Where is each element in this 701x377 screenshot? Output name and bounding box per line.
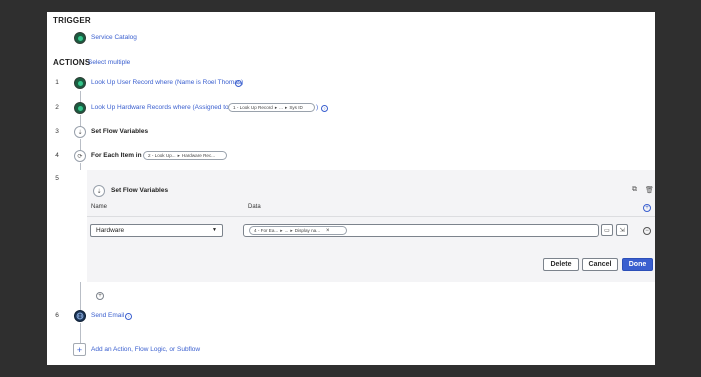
cancel-button[interactable]: Cancel (582, 258, 618, 271)
delete-button[interactable]: Delete (543, 258, 579, 271)
step-number: 1 (55, 79, 59, 86)
pill-part: Sys ID (289, 105, 303, 110)
lookup-node-icon (74, 77, 86, 89)
trigger-heading: TRIGGER (53, 16, 91, 25)
add-row-icon[interactable]: + (643, 204, 651, 212)
chevron-down-icon: ▼ (212, 227, 217, 233)
variable-name-select[interactable]: Hardware ▼ (90, 224, 223, 237)
connector-line (80, 282, 81, 310)
data-pill[interactable]: 2 - Look Up... ▸ Hardware Rec... (143, 151, 227, 160)
trash-icon[interactable]: 🗑 (645, 186, 654, 194)
connector-line (80, 163, 81, 170)
script-icon[interactable]: ▭ (601, 224, 613, 236)
step-4-label[interactable]: For Each Item in (91, 152, 142, 159)
help-icon[interactable]: ? (235, 80, 242, 87)
data-pill[interactable]: 4 - For Ea... ▸ ... ▸ Display na... × (249, 226, 347, 235)
step-1-label[interactable]: Look Up User Record where (Name is Roel … (91, 79, 243, 86)
flow-variables-icon: ⇣ (74, 126, 86, 138)
actions-heading: ACTIONS (53, 58, 91, 67)
flow-designer-panel: TRIGGER Service Catalog ACTIONS Select m… (47, 12, 655, 365)
step-number: 2 (55, 104, 59, 111)
step-6-label[interactable]: Send Email (91, 312, 124, 319)
for-each-icon: ⟳ (74, 150, 86, 162)
remove-row-icon[interactable]: − (643, 227, 651, 235)
data-picker-icon[interactable]: ⇲ (616, 224, 628, 236)
step-number: 5 (55, 175, 59, 182)
pill-part: ... (284, 228, 289, 233)
lookup-node-icon (74, 102, 86, 114)
pill-part: ... (279, 105, 283, 110)
step-number: 4 (55, 152, 59, 159)
data-pill[interactable]: 1 - Look Up Record ▸ ... ▸ Sys ID (228, 103, 315, 112)
copy-icon[interactable]: ⧉ (632, 186, 637, 194)
done-button[interactable]: Done (622, 258, 653, 271)
pill-part: Display na... (294, 228, 321, 233)
remove-pill-icon[interactable]: × (326, 228, 330, 234)
pill-separator-icon: ▸ (177, 152, 180, 158)
pill-part: 4 - For Ea... (254, 228, 279, 233)
name-column-header: Name (91, 204, 108, 210)
variable-data-input[interactable]: 4 - For Ea... ▸ ... ▸ Display na... × (243, 224, 599, 237)
step-5-label[interactable]: Set Flow Variables (111, 187, 168, 194)
pill-separator-icon: ▸ (274, 104, 278, 110)
pill-part: 1 - Look Up Record (233, 105, 273, 110)
connector-line (80, 323, 81, 343)
globe-icon (76, 312, 84, 320)
pill-part: Hardware Rec... (181, 153, 216, 158)
step-3-label[interactable]: Set Flow Variables (91, 128, 148, 135)
add-action-icon[interactable]: + (73, 343, 86, 356)
help-icon[interactable]: ? (125, 313, 132, 320)
step-2-label[interactable]: Look Up Hardware Records where (Assigned… (91, 104, 235, 111)
step-5-editor: ⇣ Set Flow Variables ⧉ 🗑 Name Data + Har… (87, 170, 655, 282)
pill-separator-icon: ▸ (285, 104, 288, 110)
email-node-icon (74, 310, 86, 322)
pill-separator-icon: ▸ (290, 227, 293, 233)
pill-part: 2 - Look Up... (148, 153, 176, 158)
variable-name-value: Hardware (96, 227, 125, 234)
add-action-link[interactable]: Add an Action, Flow Logic, or Subflow (91, 346, 200, 353)
trigger-service-catalog[interactable]: Service Catalog (91, 34, 137, 41)
data-column-header: Data (248, 204, 261, 210)
step-number: 6 (55, 312, 59, 319)
pill-separator-icon: ▸ (280, 227, 283, 233)
flow-variables-icon: ⇣ (93, 185, 105, 197)
step-2-suffix: ) (316, 104, 319, 111)
step-number: 3 (55, 128, 59, 135)
header-divider (87, 216, 655, 217)
help-icon[interactable]: ? (321, 105, 328, 112)
insert-step-icon[interactable]: + (96, 292, 104, 300)
select-multiple-link[interactable]: Select multiple (88, 59, 130, 66)
trigger-node-icon (74, 32, 86, 44)
